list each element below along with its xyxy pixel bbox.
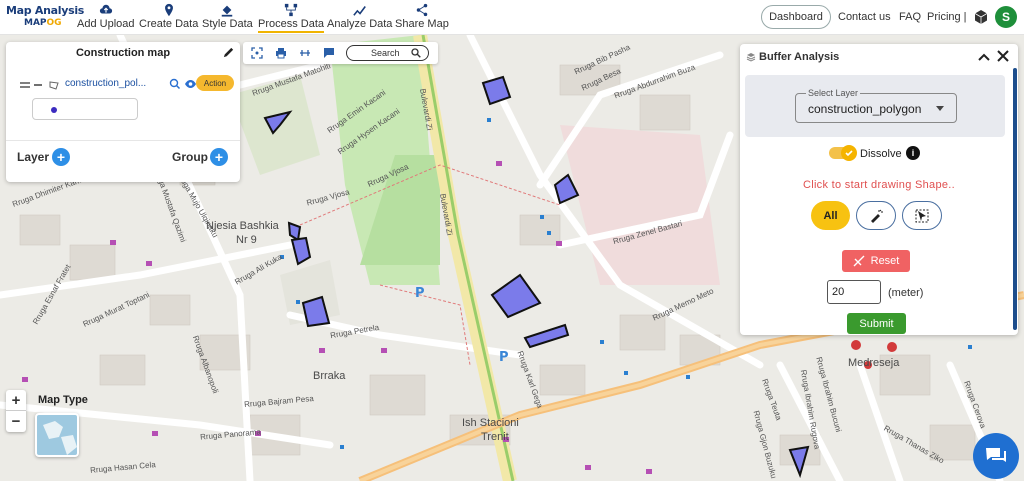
- map-search[interactable]: Search: [346, 45, 429, 61]
- layer-style-swatch[interactable]: [32, 98, 138, 120]
- chat-bubble-icon: [986, 448, 1006, 462]
- app-logo[interactable]: Map Analysis MAPOG: [6, 4, 85, 28]
- dissolve-label: Dissolve: [860, 148, 902, 160]
- buffer-analysis-panel: Buffer Analysis Select Layer constructio…: [740, 44, 1018, 335]
- layer-action-button[interactable]: Action: [196, 75, 234, 91]
- nav-analyze-data[interactable]: Analyze Data: [327, 3, 392, 30]
- contact-link[interactable]: Contact us: [838, 11, 891, 23]
- comment-icon[interactable]: [323, 47, 335, 59]
- chat-support-button[interactable]: [973, 433, 1019, 479]
- layer-color-dot: [51, 107, 57, 113]
- panel-title: Buffer Analysis: [759, 51, 840, 63]
- logo-subtitle: MAPOG: [24, 18, 62, 28]
- layers-stack-icon: [746, 53, 756, 62]
- search-icon: [411, 48, 421, 58]
- nav-share-map[interactable]: Share Map: [395, 3, 449, 30]
- layer-label: Layer: [17, 150, 50, 164]
- search-label: Search: [371, 48, 400, 58]
- info-icon[interactable]: i: [906, 146, 920, 160]
- zoom-out-button[interactable]: −: [6, 411, 26, 432]
- layer-name[interactable]: construction_pol...: [65, 78, 146, 89]
- fit-extent-icon[interactable]: [251, 47, 263, 59]
- add-group-button[interactable]: +: [210, 148, 228, 166]
- nav-process-data-label: Process Data: [258, 18, 325, 33]
- top-navigation-bar: Map Analysis MAPOG Add Upload Create Dat…: [0, 0, 1024, 35]
- dissolve-toggle[interactable]: [829, 145, 857, 161]
- submit-button[interactable]: Submit: [847, 313, 906, 334]
- map-title: Construction map: [75, 47, 171, 59]
- user-avatar[interactable]: S: [995, 6, 1017, 28]
- distance-unit-label: (meter): [888, 287, 924, 299]
- panel-scrollbar[interactable]: [1013, 68, 1017, 330]
- mode-all-button[interactable]: All: [811, 201, 850, 230]
- svg-text:P: P: [499, 350, 509, 365]
- select-layer-section: Select Layer construction_polygon: [745, 75, 1005, 137]
- process-nodes-icon: [284, 3, 298, 17]
- panel-divider: [6, 140, 240, 141]
- reset-button[interactable]: Reset: [842, 250, 910, 272]
- faq-link[interactable]: FAQ: [899, 11, 921, 23]
- zoom-in-button[interactable]: +: [6, 390, 26, 411]
- collapse-dash-icon[interactable]: [34, 84, 42, 86]
- map-toolbar: Search: [243, 42, 438, 64]
- zoom-control: + −: [6, 390, 26, 432]
- group-label: Group: [172, 150, 208, 164]
- drawing-hint: Click to start drawing Shape..: [802, 179, 956, 191]
- map-type-label: Map Type: [38, 394, 88, 406]
- map-pin-icon: [164, 3, 173, 17]
- eraser-icon: [853, 255, 865, 267]
- polygon-layer-icon: [49, 81, 59, 90]
- logo-title: Map Analysis: [6, 4, 85, 17]
- pricing-link[interactable]: Pricing |: [927, 11, 967, 23]
- add-layer-button[interactable]: +: [52, 148, 70, 166]
- map-type-thumbnail[interactable]: [35, 413, 79, 457]
- select-layer-dropdown[interactable]: Select Layer construction_polygon: [795, 88, 957, 123]
- measure-icon[interactable]: [299, 47, 311, 59]
- buffer-distance-input[interactable]: [827, 280, 881, 304]
- analyze-chart-icon: [352, 6, 366, 16]
- check-icon: [841, 145, 857, 161]
- select-layer-value: construction_polygon: [808, 102, 922, 116]
- select-layer-label: Select Layer: [806, 88, 861, 98]
- svg-text:P: P: [415, 286, 425, 301]
- dropdown-arrow-icon: [936, 106, 944, 111]
- nav-analyze-data-label: Analyze Data: [327, 18, 393, 30]
- dashboard-button[interactable]: Dashboard: [761, 5, 831, 29]
- nav-add-upload[interactable]: Add Upload: [77, 3, 135, 30]
- pointer-select-icon: [915, 209, 929, 222]
- nav-create-data-label: Create Data: [139, 18, 199, 30]
- mode-select-button[interactable]: [902, 201, 942, 230]
- magic-wand-icon: [871, 209, 883, 223]
- drag-handle-icon[interactable]: [20, 81, 30, 89]
- nav-process-data[interactable]: Process Data: [258, 3, 325, 33]
- paint-bucket-icon: [222, 5, 233, 17]
- pencil-edit-icon[interactable]: [222, 46, 235, 59]
- cloud-upload-icon: [99, 4, 112, 14]
- eye-visibility-icon[interactable]: [184, 78, 197, 90]
- nav-create-data[interactable]: Create Data: [139, 3, 198, 30]
- nav-style-data[interactable]: Style Data: [202, 3, 253, 30]
- zoom-to-layer-icon[interactable]: [169, 78, 181, 90]
- mode-draw-button[interactable]: [856, 201, 896, 230]
- print-icon[interactable]: [275, 47, 287, 59]
- nav-style-data-label: Style Data: [202, 18, 253, 30]
- reset-label: Reset: [870, 255, 900, 267]
- nav-add-upload-label: Add Upload: [77, 18, 135, 30]
- world-map-thumbnail: [43, 421, 77, 455]
- layer-panel: Construction map construction_pol... Act…: [6, 42, 240, 182]
- cube-icon[interactable]: [973, 9, 989, 25]
- share-icon: [416, 3, 428, 17]
- chevron-up-icon[interactable]: [978, 52, 990, 62]
- nav-share-map-label: Share Map: [395, 18, 449, 30]
- close-icon[interactable]: [997, 50, 1009, 62]
